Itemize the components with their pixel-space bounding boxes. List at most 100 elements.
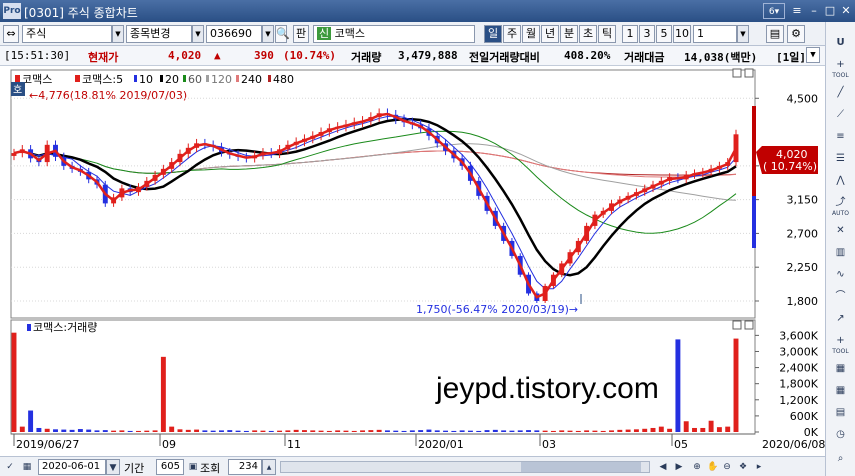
line-tool-icon[interactable]: ╱ [829,84,852,102]
trend-tool-icon[interactable]: ⟋ [829,106,852,124]
code-search-icon[interactable]: 🔍 [275,25,290,43]
mode-dropdown-icon[interactable]: ▼ [192,25,204,43]
cross-tool-icon[interactable]: ✕ [829,222,852,240]
interval-10-button[interactable]: 10 [673,25,691,43]
period-second-button[interactable]: 초 [579,25,597,43]
interval-5-button[interactable]: 5 [656,25,672,43]
period-tick-button[interactable]: 틱 [598,25,616,43]
zoom-icon[interactable]: ⌕ [829,450,852,468]
date-dropdown-icon[interactable]: ▼ [106,459,120,475]
view-label: 조회 [200,462,221,475]
period-minute-button[interactable]: 분 [560,25,578,43]
clock-icon[interactable]: ◷ [829,426,852,444]
volume-bar [534,430,540,432]
end-icon[interactable]: ▸ [752,459,766,475]
window-count-badge[interactable]: 6▾ [763,3,785,19]
price-tick-label: 1,800 [787,295,819,308]
scroll-right-icon[interactable]: ▶ [672,459,686,475]
volume-bar [467,430,473,432]
prev-volume-pct: 408.20% [564,49,611,62]
period-monthly-button[interactable]: 월 [522,25,540,43]
x-tick-label: 09 [162,438,176,451]
fibonacci-tool-icon[interactable]: ☰ [829,150,852,168]
interval-input[interactable]: 1 [693,25,737,43]
volume-panel-restore-icon[interactable] [732,320,742,330]
horizontal-scrollbar[interactable] [280,461,650,473]
period-yearly-button[interactable]: 년 [541,25,559,43]
market-select[interactable]: 주식 [22,25,112,43]
x-tick-label: 11 [287,438,301,451]
market-dropdown-icon[interactable]: ▼ [112,25,124,43]
start-date-input[interactable]: 2020-06-01 [38,459,106,475]
volume-bar [592,430,598,432]
legend-ma240-swatch [236,75,239,82]
current-price-tag-pct: ( 10.74%) [763,160,817,173]
settings-small-icon[interactable]: ❖ [736,459,750,475]
legend-ma10-swatch [134,75,137,82]
price-panel-restore-icon[interactable] [732,68,742,78]
up-arrow-icon: ▲ [214,49,221,62]
volume-bar [642,428,648,432]
save-icon[interactable]: ▤ [766,25,784,43]
calendar-toggle-icon[interactable]: ▦ [20,459,34,475]
price-panel-close-icon[interactable] [744,68,754,78]
wave-tool-icon[interactable]: ∿ [829,266,852,284]
volume-panel-close-icon[interactable] [744,320,754,330]
stock-code-input[interactable]: 036690 [206,25,262,43]
code-dropdown-icon[interactable]: ▼ [262,25,274,43]
legend-ma5: 코맥스:5 [82,73,123,86]
close-icon[interactable]: ✕ [838,3,854,19]
stock-chart[interactable]: 코맥스 코맥스:5 10 20 60 120 240 480 호 ←4,776(… [0,66,825,456]
legend-ma10: 10 [139,73,153,86]
check-icon[interactable]: ✓ [3,459,17,475]
x-tick-label: 05 [674,438,688,451]
settings-gear-icon[interactable]: ⚙ [787,25,805,43]
bar-tool-icon[interactable]: ▥ [829,244,852,262]
legend-stock-name: 코맥스 [22,73,52,86]
volume-bar [517,430,523,432]
period-weekly-button[interactable]: 주 [503,25,521,43]
compare-tool-icon[interactable]: ▦ [829,360,852,378]
calendar-icon[interactable]: ▤ [829,404,852,422]
info-toggle-icon[interactable]: ▼ [806,47,820,63]
interval-dropdown-icon[interactable]: ▼ [737,25,749,43]
pattern-tool-icon[interactable]: ⋀ [829,172,852,190]
volume-bar [268,430,274,432]
maximize-icon[interactable]: □ [822,3,838,19]
magnet-icon[interactable]: U [829,34,852,52]
scroll-left-icon[interactable]: ◀ [656,459,670,475]
grid-tool-icon[interactable]: ▦ [829,382,852,400]
new-listing-badge: 신 [317,27,332,40]
volume-bar [194,429,200,432]
legend-ma20: 20 [165,73,179,86]
volume-bar [484,430,490,432]
arrow-tool-icon[interactable]: ↗ [829,310,852,328]
minimize-icon[interactable]: – [806,3,822,19]
volume-bar [384,430,390,432]
view-icon[interactable]: ▣ [186,459,200,475]
volume-tick-label: 3,600K [779,329,818,342]
zoom-out-icon[interactable]: ⊖ [720,459,734,475]
hand-icon[interactable]: ✋ [706,459,720,475]
zoom-in-icon[interactable]: ⊕ [690,459,704,475]
volume-bar [716,427,722,432]
view-count-input[interactable]: 234 [228,459,262,475]
scrollbar-thumb[interactable] [521,462,641,472]
auto-label: AUTO [832,210,849,217]
interval-3-button[interactable]: 3 [639,25,655,43]
volume-bar [476,430,482,432]
channel-tool-icon[interactable]: ≡ [829,128,852,146]
mode-select[interactable]: 종목변경 [126,25,192,43]
volume-bar [368,430,374,432]
lookup-button[interactable]: 판 [293,25,309,43]
toolbar-menu-icon[interactable]: ⇔ [3,25,19,43]
volume-bar [185,429,191,432]
price-tick-label: 3,150 [787,194,819,207]
period-daily-button[interactable]: 일 [484,25,502,43]
view-stepper-icon[interactable]: ▲ [262,459,276,475]
period-input[interactable]: 605 [156,459,184,475]
window-menu-icon[interactable]: ≡ [789,3,805,19]
interval-1-button[interactable]: 1 [622,25,638,43]
volume-bar [360,430,366,432]
text-tool-icon[interactable]: ⌒ [829,288,852,306]
